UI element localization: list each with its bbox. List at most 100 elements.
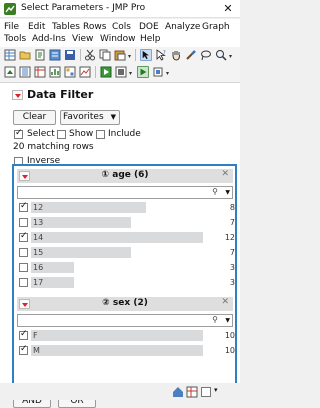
new-script-icon[interactable] [34,49,46,61]
value-checkbox[interactable] [19,329,28,340]
include-checkbox[interactable] [96,130,105,139]
copy-icon[interactable] [99,49,111,61]
value-label: F [33,331,38,340]
menu-tools[interactable]: Tools [4,34,26,44]
help-tool-icon[interactable]: ? [155,49,167,61]
window-checkbox-icon[interactable] [201,387,211,397]
filter-value-row[interactable]: 12 8 [17,201,235,214]
sex-filter-close-icon[interactable]: ✕ [221,297,229,307]
search-icon: ⚲ [212,315,218,324]
value-label: 15 [33,248,44,257]
journal-icon[interactable] [49,49,61,61]
stop-icon[interactable] [152,66,164,78]
menu-help[interactable]: Help [140,34,161,44]
filter-value-row[interactable]: 17 3 [17,277,235,289]
arrow-tool-icon[interactable] [140,49,152,61]
count-bar[interactable] [31,217,131,228]
play-icon[interactable] [137,66,149,78]
clear-button-label: Clear [22,112,47,122]
search-icon: ⚲ [212,187,218,196]
count-bar[interactable] [31,247,131,258]
menu-window[interactable]: Window [100,34,136,44]
data-table-window-icon[interactable] [34,66,46,78]
debug-script-icon[interactable] [115,66,127,78]
value-checkbox[interactable] [19,218,28,227]
close-window-icon[interactable]: ✕ [216,0,240,18]
value-checkbox[interactable] [19,263,28,272]
include-label: Include [108,129,141,139]
jmp-app-icon [4,3,16,15]
save-icon[interactable] [64,49,76,61]
menu-bar: File Edit Tables Rows Cols DOE Analyze G… [0,19,240,47]
paste-dropdown-icon[interactable]: ▾ [128,53,131,60]
menu-view[interactable]: View [72,34,93,44]
menu-add-ins[interactable]: Add-Ins [32,34,66,44]
value-checkbox[interactable] [19,231,28,242]
menu-tables[interactable]: Tables [52,22,80,32]
menu-doe[interactable]: DOE [139,22,159,32]
report-window-icon[interactable] [49,66,61,78]
title-bar: Select Parameters - JMP Pro ✕ [0,0,240,18]
menu-file[interactable]: File [4,22,19,32]
status-dropdown-icon[interactable]: ▾ [214,386,218,394]
count-bar[interactable] [31,345,203,356]
count-bar[interactable] [31,232,203,243]
home-status-icon[interactable] [172,386,184,398]
filter-value-row[interactable]: 13 7 [17,217,235,229]
menu-rows[interactable]: Rows [83,22,106,32]
layout-window-icon[interactable] [64,66,76,78]
filter-value-row[interactable]: F 10 [17,329,235,342]
filter-value-row[interactable]: 14 12 [17,231,235,244]
lasso-tool-icon[interactable] [200,49,212,61]
run-dropdown-icon[interactable]: ▾ [166,70,169,77]
value-count: 10 [224,331,235,340]
filter-value-row[interactable]: M 10 [17,344,235,357]
cut-icon[interactable] [84,49,96,61]
magnifier-tool-icon[interactable] [215,49,227,61]
filter-value-row[interactable]: 16 3 [17,262,235,274]
grabber-hand-icon[interactable] [170,49,182,61]
search-options-dropdown-icon[interactable]: ▼ [225,189,230,196]
new-data-table-icon[interactable] [4,49,16,61]
value-checkbox[interactable] [19,278,28,287]
tools-dropdown-icon[interactable]: ▾ [229,53,232,60]
filter-value-row[interactable]: 15 7 [17,247,235,259]
value-count: 3 [229,278,235,287]
value-checkbox[interactable] [19,201,28,212]
window-title: Select Parameters - JMP Pro [21,3,146,13]
script-dropdown-icon[interactable]: ▾ [129,70,132,77]
age-search-input[interactable]: ⚲ ▼ [17,186,233,199]
favorites-button[interactable]: Favorites ▼ [60,110,120,125]
menu-graph[interactable]: Graph [202,22,230,32]
paste-icon[interactable] [114,49,126,61]
graph-builder-icon[interactable] [79,66,91,78]
window-list-icon[interactable] [19,66,31,78]
search-options-dropdown-icon[interactable]: ▼ [225,317,230,324]
sex-filter-title: ② sex (2) [102,298,148,308]
home-window-icon[interactable] [4,66,16,78]
brush-tool-icon[interactable] [185,49,197,61]
table-status-icon[interactable] [186,386,198,398]
count-bar[interactable] [31,202,146,213]
menu-analyze[interactable]: Analyze [165,22,200,32]
show-label: Show [69,129,94,139]
value-checkbox[interactable] [19,344,28,355]
data-filter-content: Data Filter Clear Favorites ▼ Select Sho… [0,83,240,408]
data-filter-menu-red-triangle-icon[interactable] [12,90,23,100]
select-checkbox[interactable] [14,128,23,139]
menu-cols[interactable]: Cols [112,22,131,32]
menu-edit[interactable]: Edit [28,22,45,32]
value-checkbox[interactable] [19,248,28,257]
show-checkbox[interactable] [57,130,66,139]
value-count: 8 [229,203,235,212]
clear-button[interactable]: Clear [13,110,56,125]
toolbar-separator [135,49,136,61]
count-bar[interactable] [31,330,203,341]
age-filter-header: ① age (6) ✕ [17,169,233,183]
run-script-icon[interactable] [100,66,112,78]
open-icon[interactable] [19,49,31,61]
matching-rows-text: 20 matching rows [13,142,94,152]
value-count: 3 [229,263,235,272]
sex-search-input[interactable]: ⚲ ▼ [17,314,233,327]
age-filter-close-icon[interactable]: ✕ [221,169,229,179]
